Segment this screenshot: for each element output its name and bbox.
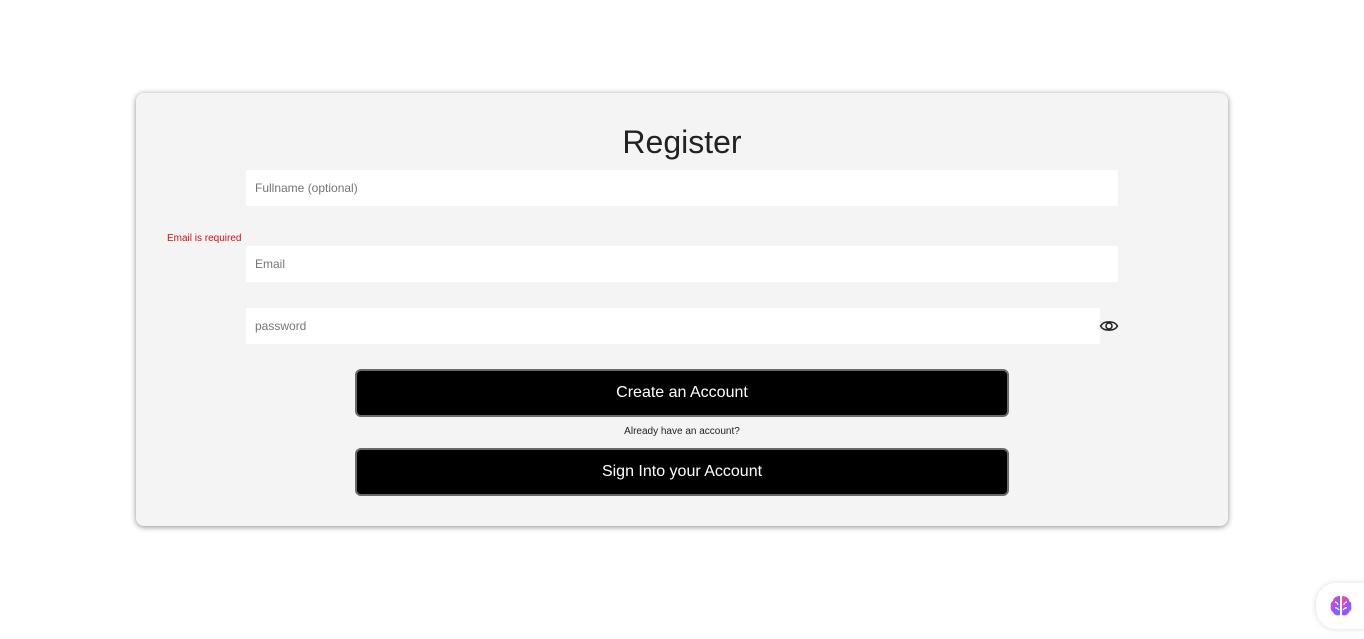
email-input[interactable] (246, 246, 1118, 282)
create-account-button[interactable]: Create an Account (355, 369, 1009, 417)
password-input[interactable] (246, 308, 1100, 344)
assistant-widget[interactable] (1316, 583, 1364, 629)
fullname-input[interactable] (246, 170, 1118, 206)
page-title: Register (622, 124, 742, 160)
sign-in-button[interactable]: Sign Into your Account (355, 448, 1009, 496)
register-card: Register Email is required Create an Acc… (136, 93, 1228, 526)
email-error-message: Email is required (167, 233, 242, 244)
already-have-account-text: Already have an account? (624, 426, 740, 437)
eye-icon[interactable] (1099, 317, 1119, 335)
brain-icon (1330, 596, 1352, 616)
